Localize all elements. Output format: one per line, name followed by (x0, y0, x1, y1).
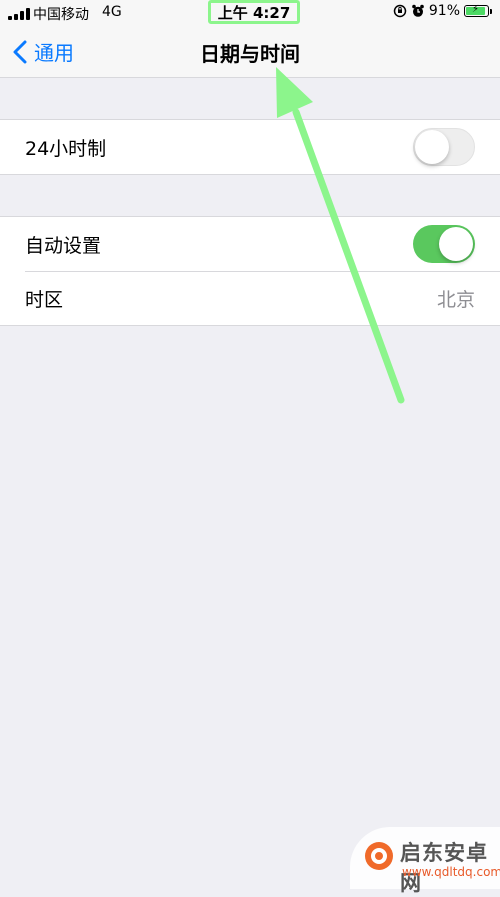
row-24-hour-label: 24小时制 (25, 137, 107, 160)
row-auto-label: 自动设置 (25, 234, 102, 257)
settings-group-time-format: 24小时制 (0, 119, 500, 175)
signal-strength-icon (8, 8, 30, 20)
watermark: 启东安卓网 www.qdltdq.com (350, 827, 500, 895)
row-time-zone[interactable]: 时区 北京 (0, 271, 500, 325)
toggle-knob (415, 129, 449, 164)
network-type: 4G (102, 4, 122, 20)
status-bar: 中国移动 4G 上午 4:27 91% ⚡ (0, 0, 500, 26)
status-time: 上午 4:27 (208, 0, 300, 24)
row-set-automatically: 自动设置 (0, 217, 500, 271)
row-timezone-label: 时区 (25, 288, 64, 311)
timezone-value: 北京 (436, 288, 475, 311)
toggle-knob (439, 227, 473, 261)
charging-bolt-icon: ⚡ (472, 4, 480, 15)
watermark-logo-icon (365, 842, 393, 870)
navigation-bar: 通用 日期与时间 (0, 26, 500, 78)
battery-icon: ⚡ (464, 4, 489, 17)
rotation-lock-icon (393, 4, 407, 18)
battery-percent: 91% (428, 3, 460, 19)
watermark-url: www.qdltdq.com (402, 865, 500, 879)
status-time-text: 上午 4:27 (217, 3, 291, 22)
alarm-icon (412, 4, 424, 17)
page-title: 日期与时间 (200, 42, 300, 66)
settings-group-auto: 自动设置 时区 北京 (0, 216, 500, 326)
battery-tip (490, 8, 492, 14)
carrier-name: 中国移动 (33, 7, 89, 23)
row-24-hour-time: 24小时制 (0, 120, 500, 174)
toggle-set-automatically[interactable] (413, 225, 475, 263)
status-right: 91% ⚡ (393, 3, 492, 19)
toggle-24-hour-time[interactable] (413, 128, 475, 166)
